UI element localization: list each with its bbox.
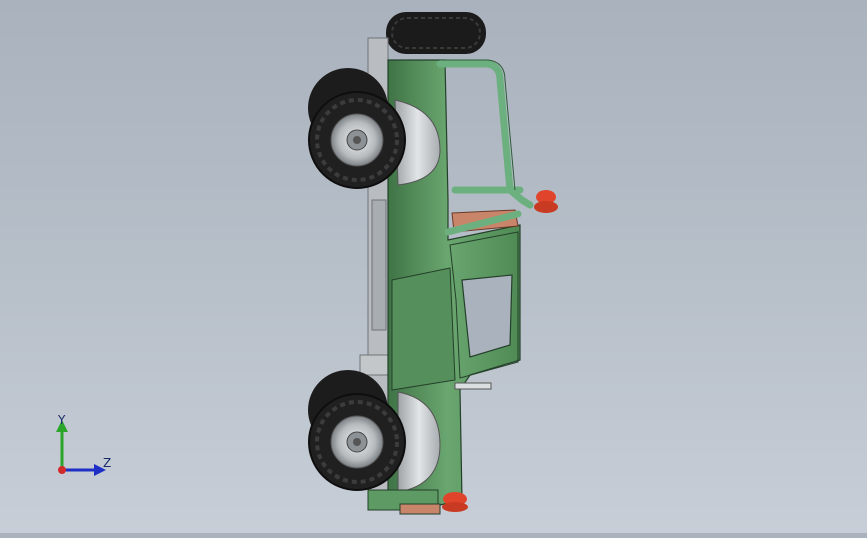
3d-viewport[interactable]: Y Z <box>0 0 867 533</box>
roll-bar <box>436 60 534 236</box>
axis-z-label: Z <box>103 456 112 470</box>
orientation-triad: Y Z <box>40 410 130 490</box>
axis-y-label: Y <box>58 413 66 427</box>
spare-tire <box>386 12 486 54</box>
vehicle-body <box>387 59 521 506</box>
vehicle-model[interactable] <box>0 0 867 533</box>
bumper <box>367 489 441 515</box>
